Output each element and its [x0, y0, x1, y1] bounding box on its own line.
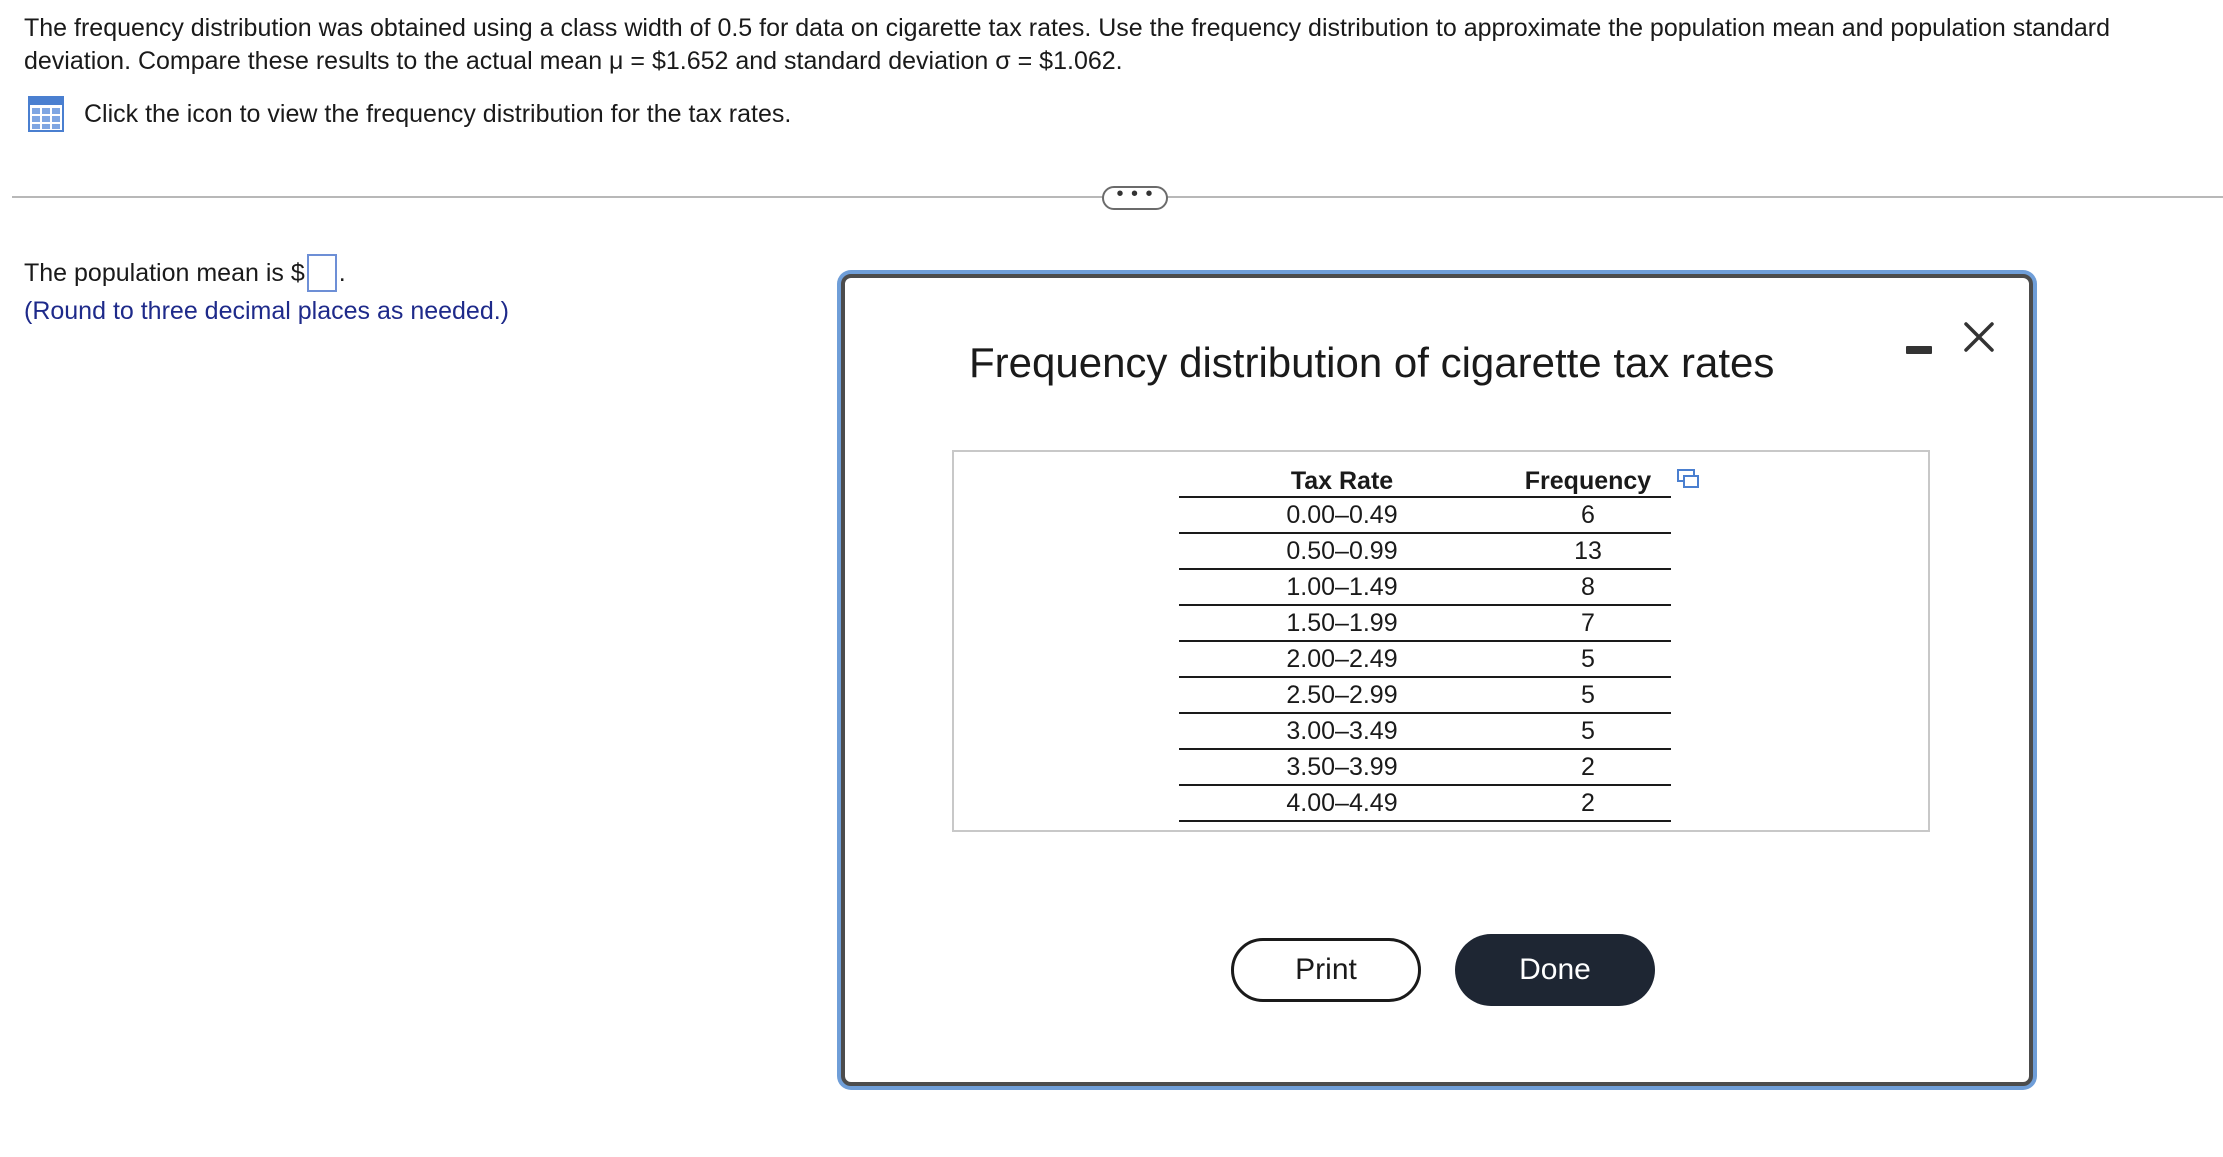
table-grid-icon[interactable]: [28, 96, 64, 132]
tax-rate-cell: 1.00–1.49: [1179, 569, 1505, 606]
table-row: 2.50–2.99 5: [1179, 677, 1671, 714]
frequency-table: Tax Rate Frequency 0.00–0.49 6 0.50–0.99 13…: [1179, 460, 1671, 822]
frequency-cell: 2: [1505, 749, 1671, 786]
tax-rate-cell: 3.00–3.49: [1179, 713, 1505, 750]
table-row: 1.00–1.49 8: [1179, 569, 1671, 606]
tax-rate-cell: 2.00–2.49: [1179, 641, 1505, 678]
answer-area: The population mean is $ . (Round to thr…: [24, 254, 509, 330]
dialog-title: Frequency distribution of cigarette tax …: [969, 339, 1775, 386]
table-row: 0.50–0.99 13: [1179, 533, 1671, 570]
table-row: 1.50–1.99 7: [1179, 605, 1671, 642]
hint-text: Click the icon to view the frequency dis…: [84, 99, 792, 128]
question-text: The frequency distribution was obtained …: [24, 12, 2204, 78]
table-header-row: Tax Rate Frequency: [1179, 460, 1671, 498]
frequency-cell: 5: [1505, 713, 1671, 750]
table-row: 0.00–0.49 6: [1179, 497, 1671, 534]
tax-rate-cell: 3.50–3.99: [1179, 749, 1505, 786]
question-line-1: The frequency distribution was obtained …: [24, 14, 2110, 42]
page: The frequency distribution was obtained …: [0, 0, 2223, 1157]
expand-more-button[interactable]: • • •: [1102, 184, 1168, 210]
answer-prefix: The population mean is $: [24, 259, 305, 287]
frequency-cell: 5: [1505, 641, 1671, 678]
done-button[interactable]: Done: [1455, 934, 1655, 1006]
data-hint-row: Click the icon to view the frequency dis…: [28, 96, 791, 132]
table-row: 3.00–3.49 5: [1179, 713, 1671, 750]
frequency-cell: 8: [1505, 569, 1671, 606]
frequency-cell: 2: [1505, 785, 1671, 822]
table-row: 4.00–4.49 2: [1179, 785, 1671, 822]
population-mean-input[interactable]: [306, 254, 337, 292]
column-header-frequency: Frequency: [1505, 460, 1671, 498]
tax-rate-cell: 2.50–2.99: [1179, 677, 1505, 714]
table-row: 2.00–2.49 5: [1179, 641, 1671, 678]
tax-rate-cell: 0.00–0.49: [1179, 497, 1505, 534]
question-line-2: deviation. Compare these results to the …: [24, 47, 1123, 75]
tax-rate-cell: 1.50–1.99: [1179, 605, 1505, 642]
minimize-icon: [1906, 346, 1932, 354]
print-button[interactable]: Print: [1231, 938, 1421, 1002]
close-button[interactable]: [1958, 316, 2000, 358]
tax-rate-cell: 4.00–4.49: [1179, 785, 1505, 822]
frequency-cell: 5: [1505, 677, 1671, 714]
answer-suffix: .: [338, 259, 346, 287]
tax-rate-cell: 0.50–0.99: [1179, 533, 1505, 570]
frequency-cell: 13: [1505, 533, 1671, 570]
answer-line: The population mean is $ .: [24, 254, 509, 292]
rounding-note: (Round to three decimal places as needed…: [24, 297, 510, 325]
close-icon: [1964, 322, 1994, 352]
frequency-distribution-dialog: Frequency distribution of cigarette tax …: [841, 274, 2033, 1086]
table-container: Tax Rate Frequency 0.00–0.49 6 0.50–0.99 13…: [952, 450, 1930, 832]
table-row: 3.50–3.99 2: [1179, 749, 1671, 786]
copy-table-icon[interactable]: [1676, 468, 1700, 490]
frequency-cell: 7: [1505, 605, 1671, 642]
minimize-button[interactable]: [1904, 328, 1934, 364]
frequency-cell: 6: [1505, 497, 1671, 534]
column-header-tax-rate: Tax Rate: [1179, 460, 1505, 498]
